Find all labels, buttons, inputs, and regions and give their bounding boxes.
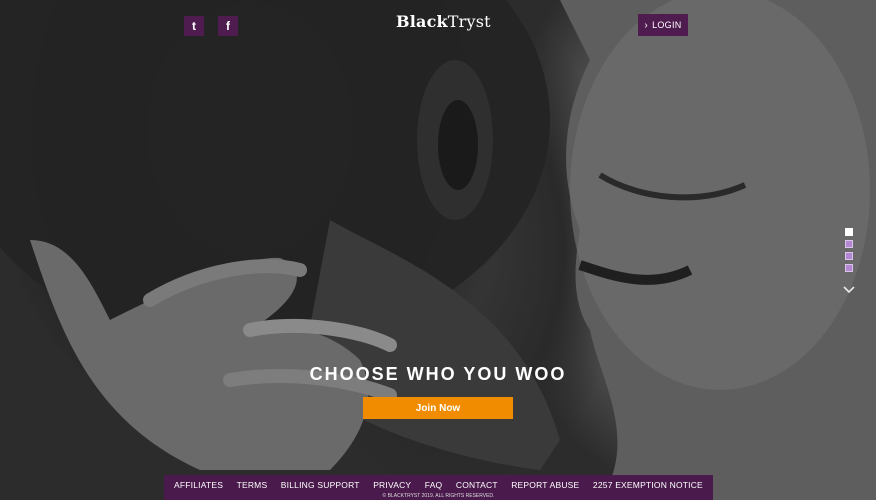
copyright-text: © BLACKTRYST 2019. ALL RIGHTS RESERVED. — [382, 493, 495, 499]
login-label: LOGIN — [652, 20, 682, 30]
chevron-down-icon[interactable] — [842, 284, 856, 296]
footer-links: AFFILIATES TERMS BILLING SUPPORT PRIVACY… — [164, 477, 713, 492]
footer-link-contact[interactable]: CONTACT — [456, 480, 498, 490]
footer-link-2257-exemption[interactable]: 2257 EXEMPTION NOTICE — [593, 480, 703, 490]
slide-dot-2[interactable] — [845, 240, 853, 248]
twitter-icon[interactable]: t — [184, 16, 204, 36]
hero-headline: CHOOSE WHO YOU WOO — [309, 364, 567, 384]
logo-black: Black — [396, 12, 448, 31]
facebook-icon[interactable]: f — [218, 16, 238, 36]
footer-link-affiliates[interactable]: AFFILIATES — [174, 480, 223, 490]
logo-tryst: Tryst — [447, 12, 491, 31]
hero-background-photo — [0, 0, 876, 500]
slide-indicators — [845, 228, 855, 276]
footer: AFFILIATES TERMS BILLING SUPPORT PRIVACY… — [164, 475, 713, 500]
chevron-right-icon: › — [644, 19, 649, 31]
footer-link-faq[interactable]: FAQ — [425, 480, 443, 490]
slide-dot-3[interactable] — [845, 252, 853, 260]
couple-illustration — [0, 0, 876, 500]
slide-dot-1[interactable] — [845, 228, 853, 236]
brand-logo[interactable]: BlackTryst — [396, 12, 491, 31]
footer-link-privacy[interactable]: PRIVACY — [373, 480, 411, 490]
footer-link-billing-support[interactable]: BILLING SUPPORT — [281, 480, 360, 490]
join-now-button[interactable]: Join Now — [363, 397, 513, 419]
footer-link-report-abuse[interactable]: REPORT ABUSE — [511, 480, 579, 490]
footer-link-terms[interactable]: TERMS — [237, 480, 268, 490]
login-button[interactable]: › LOGIN — [638, 14, 688, 36]
slide-dot-4[interactable] — [845, 264, 853, 272]
top-navigation: t f BlackTryst › LOGIN — [0, 0, 876, 60]
